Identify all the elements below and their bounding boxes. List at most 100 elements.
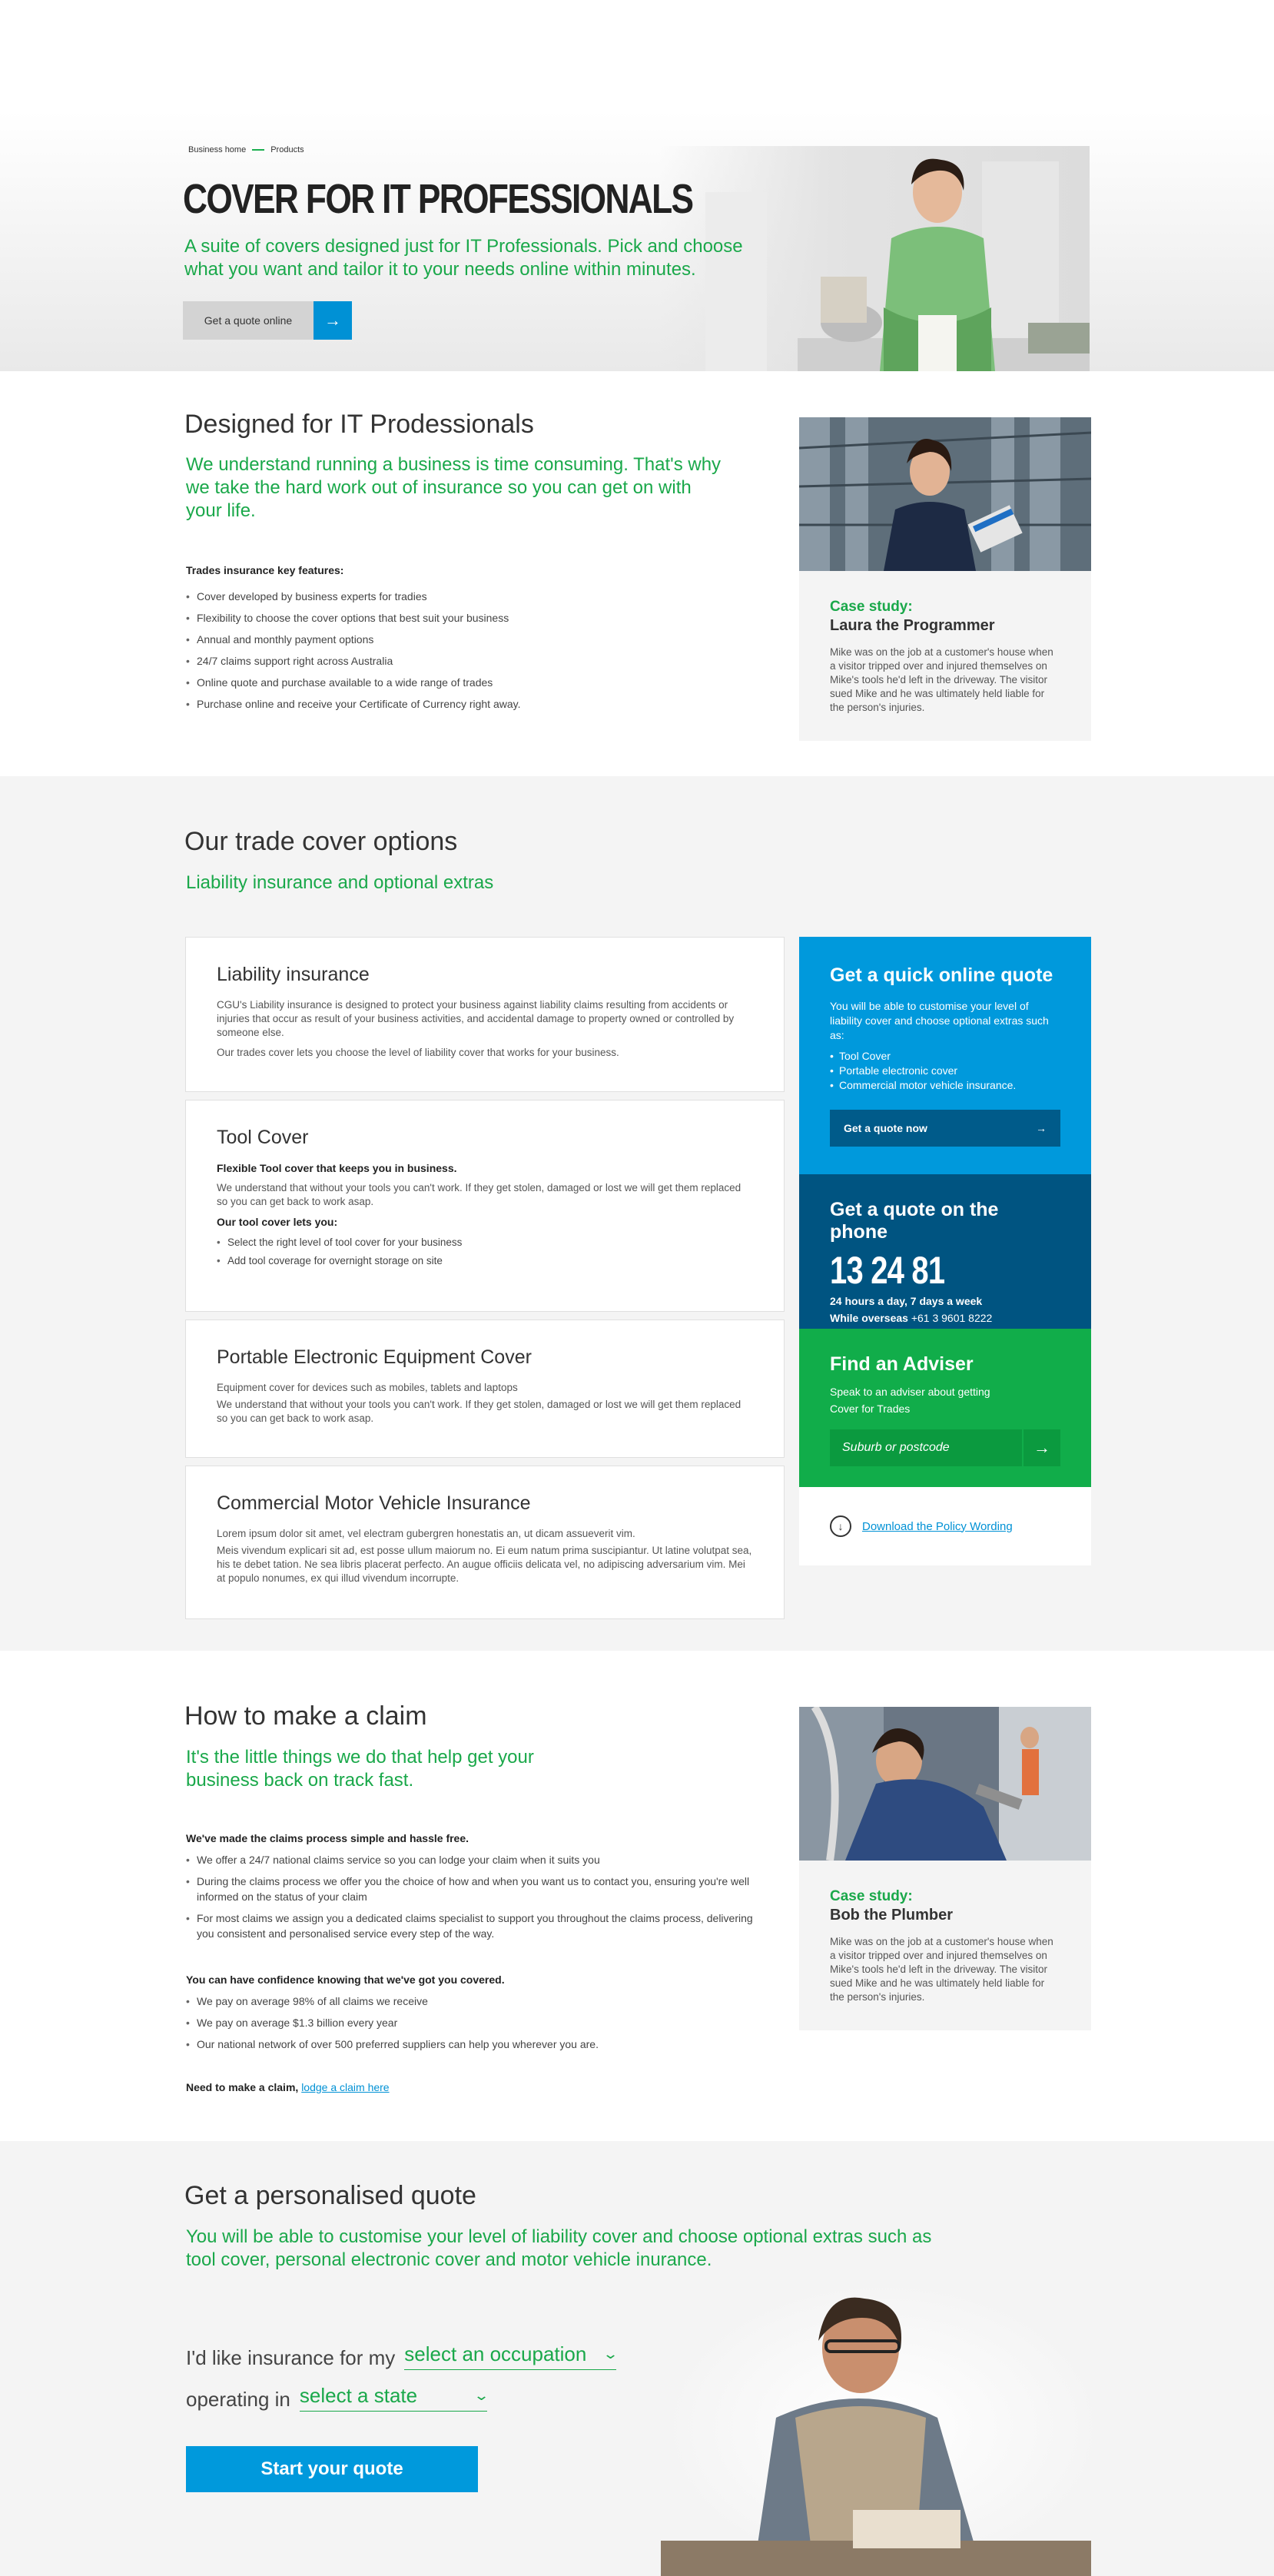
card-text: Meis vivendum explicari sit ad, est poss… [217, 1545, 752, 1584]
list-item: 24/7 claims support right across Austral… [186, 653, 739, 669]
options-subtitle: Liability insurance and optional extras [186, 872, 494, 893]
get-quote-now-button[interactable]: Get a quote now → [830, 1110, 1060, 1147]
hero-banner: Business home Products COVER FOR IT PROF… [0, 0, 1274, 371]
list-item: Select the right level of tool cover for… [217, 1235, 753, 1250]
list-item: Purchase online and receive your Certifi… [186, 696, 739, 712]
features-title: Trades insurance key features: [186, 564, 344, 576]
card-text: Our trades cover lets you choose the lev… [217, 1047, 619, 1058]
case-study-card-laura: Case study: Laura the Programmer Mike wa… [799, 417, 1091, 741]
occupation-label: I'd like insurance for my [186, 2346, 396, 2369]
list-item: For most claims we assign you a dedicate… [186, 1910, 755, 1941]
list-item: We pay on average $1.3 billion every yea… [186, 2015, 755, 2030]
overseas-label: While overseas [830, 1312, 908, 1324]
start-quote-button[interactable]: Start your quote [186, 2446, 478, 2492]
suburb-postcode-input[interactable]: Suburb or postcode [830, 1429, 1022, 1466]
online-quote-list: Tool Cover Portable electronic cover Com… [830, 1049, 1060, 1093]
arrow-right-icon: → [1033, 1438, 1050, 1457]
download-icon: ↓ [830, 1515, 851, 1537]
card-text: Equipment cover for devices such as mobi… [217, 1382, 518, 1393]
list-item: Portable electronic cover [830, 1064, 1060, 1078]
case-study-card-bob: Case study: Bob the Plumber Mike was on … [799, 1707, 1091, 2030]
find-adviser-title: Find an Adviser [830, 1353, 974, 1375]
card-bold-text: Flexible Tool cover that keeps you in bu… [217, 1162, 457, 1174]
list-item: During the claims process we offer you t… [186, 1874, 755, 1904]
list-item: We pay on average 98% of all claims we r… [186, 1993, 755, 2009]
claim-title: How to make a claim [184, 1701, 427, 1731]
options-title: Our trade cover options [184, 827, 458, 856]
confidence-list: We pay on average 98% of all claims we r… [186, 1993, 755, 2058]
claims-list: We offer a 24/7 national claims service … [186, 1852, 755, 1947]
card-title: Commercial Motor Vehicle Insurance [217, 1492, 531, 1514]
need-claim-line: Need to make a claim, lodge a claim here [186, 2081, 390, 2093]
phone-number[interactable]: 13 24 81 [830, 1248, 1014, 1293]
occupation-select[interactable]: select an occupation ⌄ [404, 2342, 619, 2370]
trade-cover-options-section: Our trade cover options Liability insura… [0, 776, 1274, 1651]
online-quote-text: You will be able to customise your level… [830, 1000, 1049, 1041]
get-quote-online-button[interactable]: Get a quote online → [183, 301, 352, 340]
case-study-label: Case study: [830, 1888, 913, 1904]
search-submit-button[interactable]: → [1022, 1429, 1060, 1466]
state-label: operating in [186, 2388, 290, 2411]
chevron-down-icon: ⌄ [602, 2346, 619, 2362]
list-item: Tool Cover [830, 1049, 1060, 1064]
card-title: Liability insurance [217, 964, 370, 985]
state-select-value: select a state [299, 2384, 418, 2407]
card-bold-text: Our tool cover lets you: [217, 1216, 338, 1228]
case-study-name: Laura the Programmer [830, 617, 995, 634]
portable-electronic-card: Portable Electronic Equipment Cover Equi… [185, 1320, 785, 1458]
occupation-row: I'd like insurance for my select an occu… [186, 2342, 619, 2370]
breadcrumb-products[interactable]: Products [270, 145, 304, 154]
phone-quote-title: Get a quote on the phone [830, 1199, 999, 1243]
policy-download-box: ↓ Download the Policy Wording [799, 1487, 1091, 1565]
card-title: Tool Cover [217, 1127, 309, 1148]
adviser-search: Suburb or postcode → [830, 1429, 1060, 1466]
online-quote-box: Get a quick online quote You will be abl… [799, 937, 1091, 1174]
case-study-label: Case study: [830, 599, 913, 615]
arrow-right-icon: → [314, 301, 352, 340]
get-quote-now-label: Get a quote now [844, 1122, 927, 1134]
get-quote-online-label: Get a quote online [183, 301, 314, 340]
personalised-quote-section: Get a personalised quote You will be abl… [0, 2141, 1274, 2576]
quote-title: Get a personalised quote [184, 2181, 476, 2210]
find-adviser-text: Speak to an adviser about getting Cover … [830, 1386, 990, 1415]
quote-sidebar: Get a quick online quote You will be abl… [799, 937, 1091, 1565]
page-title: COVER FOR IT PROFESSIONALS [183, 176, 694, 222]
phone-quote-box: Get a quote on the phone 13 24 81 24 hou… [799, 1174, 1091, 1329]
online-quote-title: Get a quick online quote [830, 964, 1053, 986]
designed-section: Designed for IT Prodessionals We underst… [0, 371, 1274, 776]
find-adviser-box: Find an Adviser Speak to an adviser abou… [799, 1329, 1091, 1487]
liability-insurance-card: Liability insurance CGU's Liability insu… [185, 937, 785, 1092]
state-select[interactable]: select a state ⌄ [299, 2384, 489, 2412]
occupation-select-value: select an occupation [404, 2342, 587, 2365]
case-study-photo [799, 1707, 1091, 1861]
list-item: Online quote and purchase available to a… [186, 675, 739, 690]
lodge-claim-link[interactable]: lodge a claim here [301, 2081, 389, 2093]
list-item: Annual and monthly payment options [186, 632, 739, 647]
list-item: We offer a 24/7 national claims service … [186, 1852, 755, 1867]
list-item: Our national network of over 500 preferr… [186, 2037, 755, 2052]
breadcrumb-separator [252, 149, 265, 151]
overseas-number[interactable]: +61 3 9601 8222 [911, 1312, 993, 1324]
case-study-name: Bob the Plumber [830, 1907, 954, 1924]
card-text: We understand that without your tools yo… [217, 1399, 742, 1424]
case-study-photo [799, 417, 1091, 571]
state-row: operating in select a state ⌄ [186, 2384, 489, 2412]
hero-person-image [861, 154, 1014, 371]
list-item: Add tool coverage for overnight storage … [217, 1253, 753, 1269]
tool-cover-list: Select the right level of tool cover for… [217, 1235, 753, 1269]
quote-person-image [661, 2287, 1091, 2576]
claim-lead: It's the little things we do that help g… [186, 1747, 534, 1791]
download-policy-link[interactable]: Download the Policy Wording [862, 1520, 1013, 1533]
card-text: We understand that without your tools yo… [217, 1182, 742, 1207]
need-claim-text: Need to make a claim, [186, 2081, 299, 2093]
quote-lead: You will be able to customise your level… [186, 2226, 932, 2270]
breadcrumb-home[interactable]: Business home [188, 145, 246, 154]
card-text: Lorem ipsum dolor sit amet, vel electram… [217, 1528, 635, 1539]
features-list: Cover developed by business experts for … [186, 589, 739, 718]
make-claim-section: How to make a claim It's the little thin… [0, 1651, 1274, 2141]
claims-list-title: We've made the claims process simple and… [186, 1832, 469, 1844]
tool-cover-card: Tool Cover Flexible Tool cover that keep… [185, 1100, 785, 1312]
overseas-line: While overseas +61 3 9601 8222 [830, 1310, 1060, 1326]
breadcrumb: Business home Products [188, 145, 304, 154]
designed-lead: We understand running a business is time… [186, 454, 722, 521]
